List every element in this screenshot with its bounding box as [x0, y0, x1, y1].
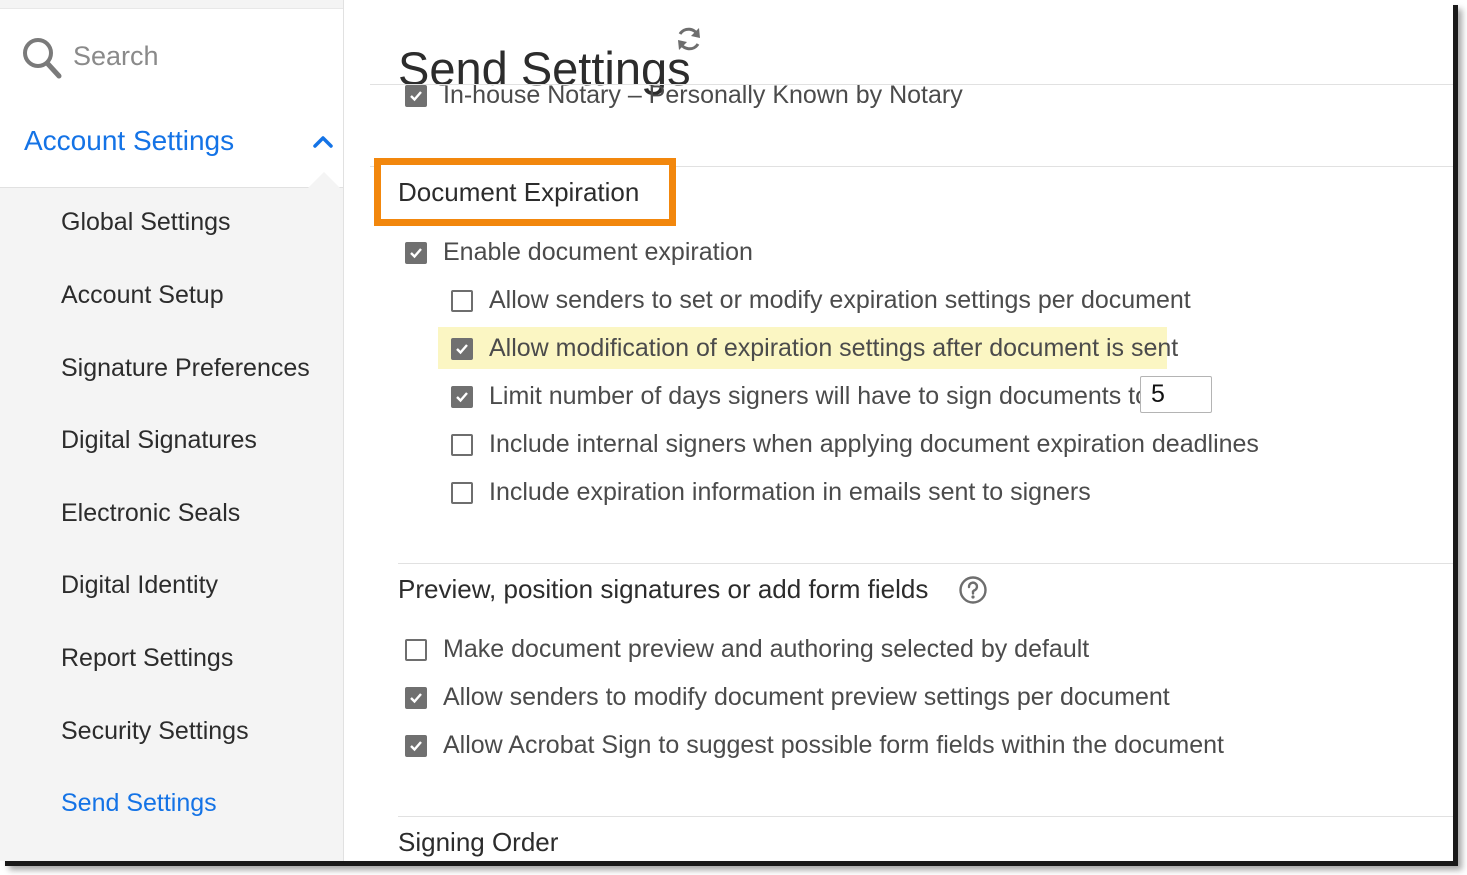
refresh-icon[interactable]	[674, 24, 704, 54]
suggest-form-fields-label: Allow Acrobat Sign to suggest possible f…	[443, 731, 1224, 759]
preview-section-title: Preview, position signatures or add form…	[398, 574, 929, 604]
divider	[398, 563, 1453, 564]
account-settings-header[interactable]: Account Settings	[0, 99, 343, 188]
allow-senders-modify-label: Allow senders to set or modify expiratio…	[489, 286, 1191, 314]
chevron-up-icon[interactable]	[312, 133, 334, 149]
sidebar-item-signature-preferences[interactable]: Signature Preferences	[61, 354, 310, 383]
sidebar-item-report-settings[interactable]: Report Settings	[61, 644, 233, 673]
document-expiration-title: Document Expiration	[398, 177, 640, 207]
enable-expiration-checkbox[interactable]	[405, 242, 427, 264]
check-icon	[410, 693, 422, 704]
sidebar-item-account-setup[interactable]: Account Setup	[61, 281, 224, 310]
allow-modification-after-sent-label: Allow modification of expiration setting…	[489, 334, 1179, 362]
sidebar-item-global-settings[interactable]: Global Settings	[61, 208, 231, 237]
sidebar-item-digital-signatures[interactable]: Digital Signatures	[61, 426, 257, 455]
include-expiration-info-label: Include expiration information in emails…	[489, 478, 1091, 506]
search-input[interactable]: Search	[0, 8, 343, 100]
days-input[interactable]	[1140, 376, 1212, 413]
include-expiration-info-checkbox[interactable]	[451, 482, 473, 504]
sidebar-item-security-settings[interactable]: Security Settings	[61, 717, 249, 746]
menu-caret	[308, 172, 340, 188]
preview-default-checkbox[interactable]	[405, 639, 427, 661]
modify-preview-checkbox[interactable]	[405, 687, 427, 709]
sidebar-item-send-settings[interactable]: Send Settings	[61, 789, 217, 818]
modify-preview-label: Allow senders to modify document preview…	[443, 683, 1170, 711]
check-icon	[410, 248, 422, 259]
preview-default-label: Make document preview and authoring sele…	[443, 635, 1090, 663]
app-window: Search Account Settings Global Settings …	[0, 0, 1453, 861]
include-internal-signers-label: Include internal signers when applying d…	[489, 430, 1259, 458]
enable-expiration-label: Enable document expiration	[443, 238, 753, 266]
help-icon[interactable]	[958, 575, 988, 605]
search-icon	[23, 38, 62, 79]
notary-checkbox[interactable]	[405, 85, 427, 107]
divider	[398, 816, 1453, 817]
suggest-form-fields-checkbox[interactable]	[405, 735, 427, 757]
main-content: Send Settings In-house Notary – Personal…	[344, 0, 1453, 861]
account-settings-title: Account Settings	[24, 125, 235, 156]
check-icon	[410, 741, 422, 752]
notary-label: In-house Notary – Personally Known by No…	[443, 81, 963, 109]
limit-days-label: Limit number of days signers will have t…	[489, 382, 1156, 410]
sidebar-item-electronic-seals[interactable]: Electronic Seals	[61, 499, 240, 528]
include-internal-signers-checkbox[interactable]	[451, 434, 473, 456]
limit-days-checkbox[interactable]	[451, 386, 473, 408]
check-icon	[456, 344, 468, 355]
check-icon	[456, 392, 468, 403]
sidebar-item-digital-identity[interactable]: Digital Identity	[61, 571, 218, 600]
signing-order-title: Signing Order	[398, 827, 559, 857]
sidebar: Search Account Settings Global Settings …	[0, 0, 344, 861]
allow-senders-modify-checkbox[interactable]	[451, 290, 473, 312]
search-placeholder: Search	[73, 41, 159, 71]
check-icon	[410, 91, 422, 102]
allow-modification-after-sent-checkbox[interactable]	[451, 338, 473, 360]
